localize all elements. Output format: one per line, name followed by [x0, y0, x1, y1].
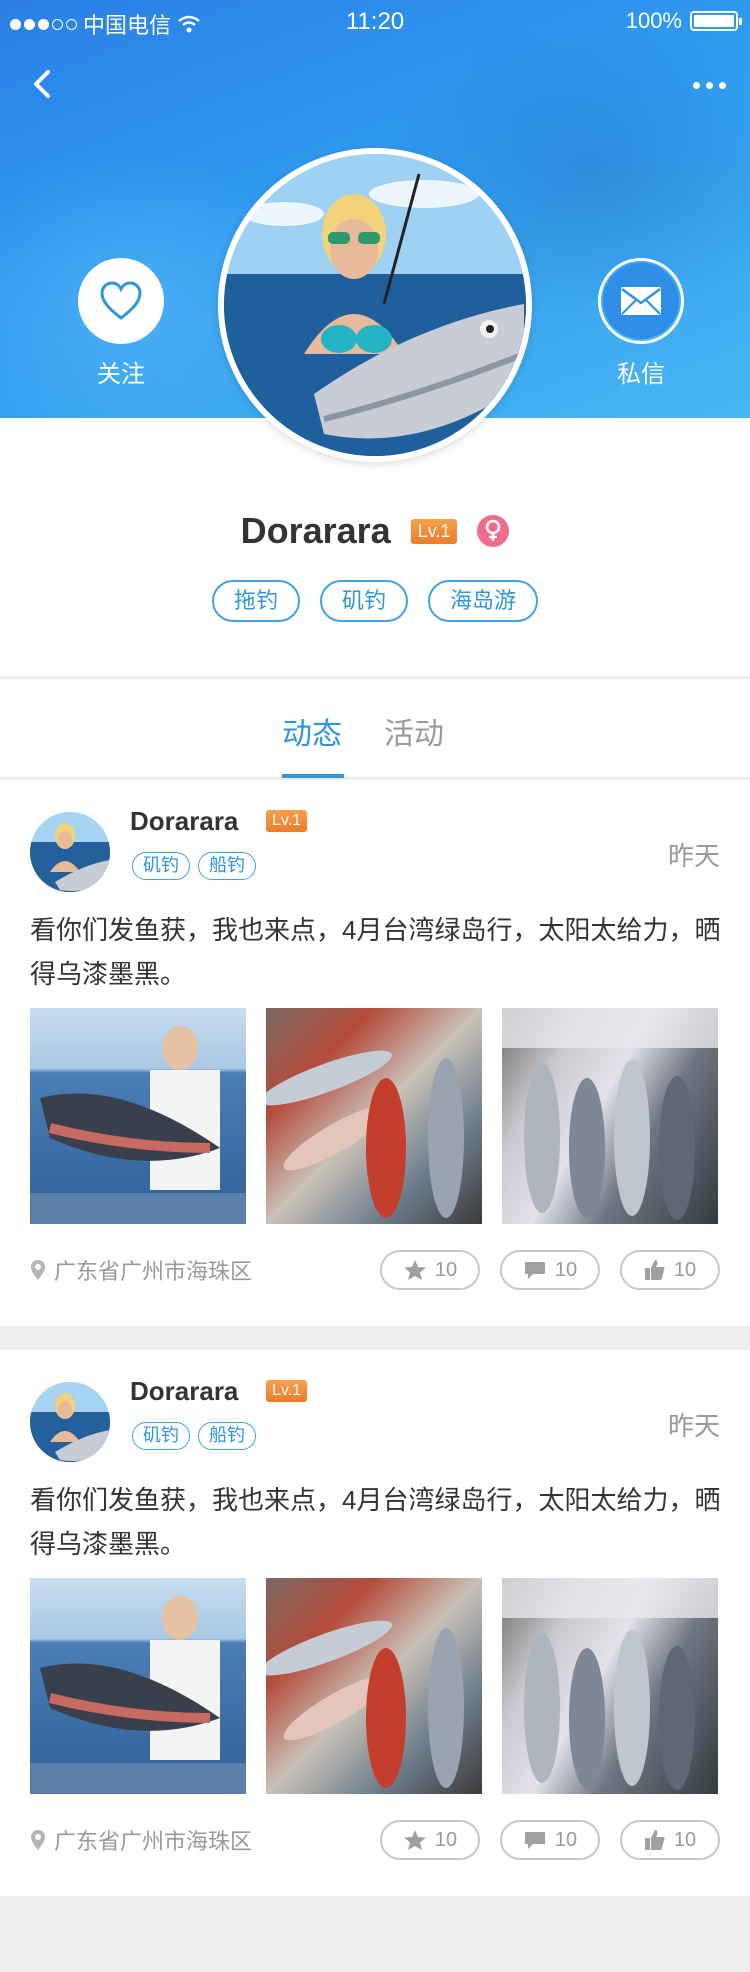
post-photo[interactable]: [30, 1008, 246, 1224]
level-badge: Lv.1: [410, 518, 458, 544]
level-badge: Lv.1: [266, 810, 308, 832]
profile-avatar[interactable]: [218, 148, 532, 462]
post-photo[interactable]: [266, 1578, 482, 1794]
name-row: Dorarara Lv.1: [0, 510, 750, 552]
active-tab-indicator: [282, 774, 344, 778]
back-button[interactable]: [20, 62, 64, 106]
envelope-icon: [621, 287, 661, 315]
tab-activity[interactable]: 活动: [384, 709, 444, 753]
more-dot-icon: [692, 81, 700, 89]
comment-button[interactable]: 10: [500, 1820, 600, 1860]
interest-tag[interactable]: 拖钓: [211, 580, 300, 622]
avatar-photo: [224, 154, 526, 456]
post-stats: 10 10 10: [380, 1250, 720, 1290]
comment-icon: [524, 1262, 545, 1279]
tab-bar: 动态 活动: [0, 678, 750, 778]
follow-label: 关注: [97, 361, 145, 388]
like-count: 10: [673, 1828, 697, 1851]
message-button[interactable]: 私信: [596, 258, 686, 389]
post-card[interactable]: Dorarara Lv.1 矶钓 船钓 昨天 看你们发鱼获，我也来点，4月台湾绿…: [0, 780, 750, 1326]
follow-button[interactable]: 关注: [76, 258, 166, 389]
post-tag[interactable]: 矶钓: [132, 1422, 190, 1450]
avatar[interactable]: [30, 812, 110, 892]
post-images: [30, 1578, 718, 1794]
post-tag[interactable]: 矶钓: [132, 852, 190, 880]
message-label: 私信: [617, 361, 665, 388]
post-author[interactable]: Dorarara: [130, 1376, 238, 1407]
post-author[interactable]: Dorarara: [130, 806, 238, 837]
follow-circle: [78, 258, 164, 344]
post-time: 昨天: [667, 1411, 720, 1441]
post-tag[interactable]: 船钓: [198, 852, 256, 880]
message-circle: [598, 258, 684, 344]
favorite-button[interactable]: 10: [380, 1820, 480, 1860]
post-photo[interactable]: [30, 1578, 246, 1794]
thumbs-up-icon: [644, 1830, 665, 1850]
interest-tag[interactable]: 海岛游: [428, 580, 539, 622]
location-text: 广东省广州市海珠区: [54, 1829, 253, 1854]
comment-button[interactable]: 10: [500, 1250, 600, 1290]
location-pin-icon: [31, 1260, 45, 1280]
favorite-count: 10: [434, 1828, 458, 1851]
thumbs-up-icon: [644, 1260, 665, 1280]
like-count: 10: [673, 1258, 697, 1281]
post-location: 广东省广州市海珠区: [30, 1824, 252, 1856]
comment-count: 10: [554, 1828, 578, 1851]
post-photo[interactable]: [502, 1008, 718, 1224]
battery-percent: 100%: [625, 8, 682, 33]
level-badge: Lv.1: [266, 1380, 308, 1402]
battery-icon: [690, 11, 742, 31]
favorite-count: 10: [434, 1258, 458, 1281]
post-text: 看你们发鱼获，我也来点，4月台湾绿岛行，太阳太给力，晒得乌漆墨黑。: [30, 1485, 721, 1559]
location-pin-icon: [31, 1830, 45, 1850]
post-tag[interactable]: 船钓: [198, 1422, 256, 1450]
chevron-left-icon: [34, 70, 50, 98]
status-bar: 中国电信 11:20 100%: [0, 0, 750, 40]
comment-count: 10: [554, 1258, 578, 1281]
post-photo[interactable]: [266, 1008, 482, 1224]
post-photo[interactable]: [502, 1578, 718, 1794]
post-images: [30, 1008, 718, 1224]
more-button[interactable]: [686, 70, 732, 100]
star-icon: [403, 1260, 426, 1280]
star-icon: [403, 1830, 426, 1850]
post-card[interactable]: Dorarara Lv.1 矶钓 船钓 昨天 看你们发鱼获，我也来点，4月台湾绿…: [0, 1350, 750, 1896]
favorite-button[interactable]: 10: [380, 1250, 480, 1290]
like-button[interactable]: 10: [620, 1820, 720, 1860]
post-text: 看你们发鱼获，我也来点，4月台湾绿岛行，太阳太给力，晒得乌漆墨黑。: [30, 915, 721, 989]
comment-icon: [524, 1832, 545, 1849]
post-tags: 矶钓 船钓: [132, 1422, 256, 1450]
post-time: 昨天: [667, 841, 720, 871]
location-text: 广东省广州市海珠区: [54, 1259, 253, 1284]
interest-tags: 拖钓 矶钓 海岛游: [0, 580, 750, 622]
tab-dynamic[interactable]: 动态: [282, 709, 342, 753]
post-stats: 10 10 10: [380, 1820, 720, 1860]
avatar[interactable]: [30, 1382, 110, 1462]
female-icon: [477, 515, 510, 547]
interest-tag[interactable]: 矶钓: [319, 580, 408, 622]
more-dot-icon: [705, 81, 713, 89]
post-location: 广东省广州市海珠区: [30, 1254, 252, 1286]
post-tags: 矶钓 船钓: [132, 852, 256, 880]
profile-name: Dorarara: [240, 510, 391, 551]
heart-icon: [100, 281, 142, 320]
like-button[interactable]: 10: [620, 1250, 720, 1290]
more-dot-icon: [718, 81, 726, 89]
